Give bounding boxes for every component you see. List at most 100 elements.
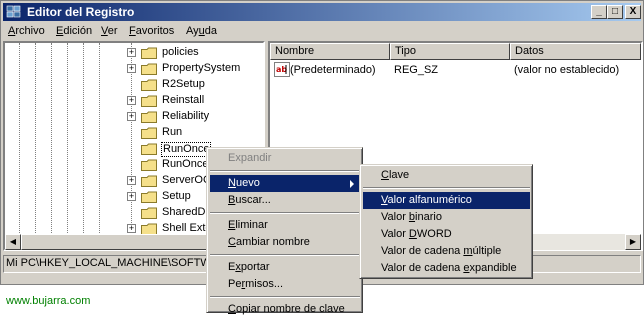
menu-item[interactable]: Exportar (210, 259, 360, 276)
title-bar[interactable]: Editor del Registro _ □ X (3, 3, 641, 21)
menu-separator (210, 296, 360, 298)
regedit-icon (6, 5, 21, 18)
menu-item[interactable]: Clave (363, 167, 530, 184)
column-datos[interactable]: Datos (510, 43, 641, 60)
folder-icon (141, 175, 157, 187)
tree-item-label: Reliability (162, 110, 210, 122)
menu-item[interactable]: Buscar... (210, 192, 360, 209)
menu-item[interactable]: Valor de cadena expandible (363, 260, 530, 277)
string-value-icon: ab (274, 62, 290, 77)
folder-icon (141, 63, 157, 75)
tree-item-label: policies (162, 46, 199, 58)
scroll-thumb[interactable] (21, 234, 221, 250)
tree-item-label: ServerOC (162, 174, 211, 186)
menu-item-label-pre: Valor de cadena (381, 245, 464, 257)
folder-open-icon (141, 143, 157, 155)
list-header: Nombre Tipo Datos (270, 43, 641, 60)
menu-ayuda[interactable]: Ayuda (186, 24, 217, 38)
value-type: REG_SZ (394, 64, 439, 76)
tree-item-label: Run (162, 126, 183, 138)
expand-plus-icon[interactable]: + (127, 96, 136, 105)
menu-item-label-key: m (463, 245, 473, 257)
menu-item[interactable]: Permisos... (210, 276, 360, 293)
folder-icon (141, 127, 157, 139)
menu-item[interactable]: Valor alfanumérico (363, 192, 530, 209)
window-title: Editor del Registro (27, 5, 135, 19)
menu-item-label-key: C (228, 303, 236, 315)
menu-item[interactable]: Valor de cadena múltiple (363, 243, 530, 260)
menu-item-label-post: uevo (235, 177, 260, 189)
menu-favoritos[interactable]: Favoritos (129, 24, 174, 38)
folder-icon (141, 159, 157, 171)
menu-item[interactable]: Copiar nombre de clave (210, 301, 360, 315)
expand-plus-icon[interactable]: + (127, 64, 136, 73)
menu-edicion[interactable]: Edición (56, 24, 92, 38)
menu-favoritos-post: avoritos (135, 25, 175, 37)
folder-icon (141, 47, 157, 59)
submenu-arrow-icon (350, 180, 354, 188)
expand-plus-icon[interactable]: + (127, 176, 136, 185)
minimize-button[interactable]: _ (591, 5, 607, 19)
menu-separator (210, 212, 360, 214)
menu-item-label-post: alor alfanumérico (387, 194, 472, 206)
tree-item-label: Reinstall (162, 94, 205, 106)
menu-item-label-key: C (381, 169, 389, 181)
tree-item-label: Setup (162, 190, 191, 202)
tree-item[interactable]: + policies (5, 45, 263, 61)
folder-icon (141, 191, 157, 203)
menu-item[interactable]: Eliminar (210, 217, 360, 234)
menu-item[interactable]: Valor DWORD (363, 226, 530, 243)
menu-edicion-post: dición (63, 25, 93, 37)
menu-item[interactable]: Nuevo (210, 175, 360, 192)
menu-item-label-pre: Valor de cadena (381, 262, 464, 274)
folder-icon (141, 79, 157, 91)
value-name: (Predeterminado) (290, 64, 376, 76)
menu-ver[interactable]: Ver (101, 24, 118, 38)
footer-watermark: www.bujarra.com (6, 295, 91, 307)
expand-plus-icon[interactable]: + (127, 48, 136, 57)
scroll-right-icon[interactable]: ▶ (625, 234, 641, 250)
menu-item: Expandir (210, 150, 360, 167)
close-button[interactable]: X (625, 5, 641, 19)
menu-item-label-post: opiar nombre de clave (235, 303, 345, 315)
menu-favoritos-key: F (129, 25, 136, 37)
expand-plus-icon[interactable]: + (127, 224, 136, 233)
menu-ayuda-pre: Ay (186, 25, 199, 37)
menu-item-label-post: portar (240, 261, 270, 273)
menu-item-label-pre: Pe (228, 278, 242, 290)
folder-icon (141, 111, 157, 123)
menu-ver-post: er (107, 25, 118, 37)
menu-item[interactable]: Valor binario (363, 209, 530, 226)
menu-item-label-key: C (228, 236, 236, 248)
value-data: (valor no establecido) (514, 64, 620, 76)
folder-icon (141, 207, 157, 219)
tree-item[interactable]: R2Setup (5, 77, 263, 93)
tree-item[interactable]: Run (5, 125, 263, 141)
scroll-left-icon[interactable]: ◀ (5, 234, 21, 250)
menu-item-label-post: WORD (416, 228, 452, 240)
new-submenu: Clave Valor alfanumérico Valor binario Valo… (359, 164, 533, 279)
tree-item[interactable]: + PropertySystem (5, 61, 263, 77)
menu-item[interactable]: Cambiar nombre (210, 234, 360, 251)
expand-plus-icon[interactable]: + (127, 192, 136, 201)
menu-item-label-pre: Valor (381, 211, 409, 223)
folder-icon (141, 95, 157, 107)
context-menu: Expandir Nuevo Buscar... Eliminar Cambiar no… (206, 147, 363, 315)
column-tipo[interactable]: Tipo (390, 43, 510, 60)
menu-item-label-key: N (228, 177, 236, 189)
menu-ayuda-post: da (204, 25, 218, 37)
menu-item-label-post: liminar (235, 219, 268, 231)
menu-archivo-post: rchivo (15, 25, 45, 37)
menu-item-label-post: inario (415, 211, 442, 223)
tree-item-label: RunOnce (161, 142, 212, 157)
menu-item-label-key: D (408, 228, 417, 240)
maximize-button[interactable]: □ (607, 5, 623, 19)
menu-archivo[interactable]: Archivo (8, 24, 45, 38)
expand-plus-icon[interactable]: + (127, 112, 136, 121)
tree-item[interactable]: + Reliability (5, 109, 263, 125)
column-nombre[interactable]: Nombre (270, 43, 390, 60)
tree-item[interactable]: + Reinstall (5, 93, 263, 109)
menu-item-label-post: uscar... (235, 194, 271, 206)
menu-ver-key: V (101, 25, 108, 37)
menu-bar: Archivo Edición Ver Favoritos Ayuda (3, 22, 641, 40)
